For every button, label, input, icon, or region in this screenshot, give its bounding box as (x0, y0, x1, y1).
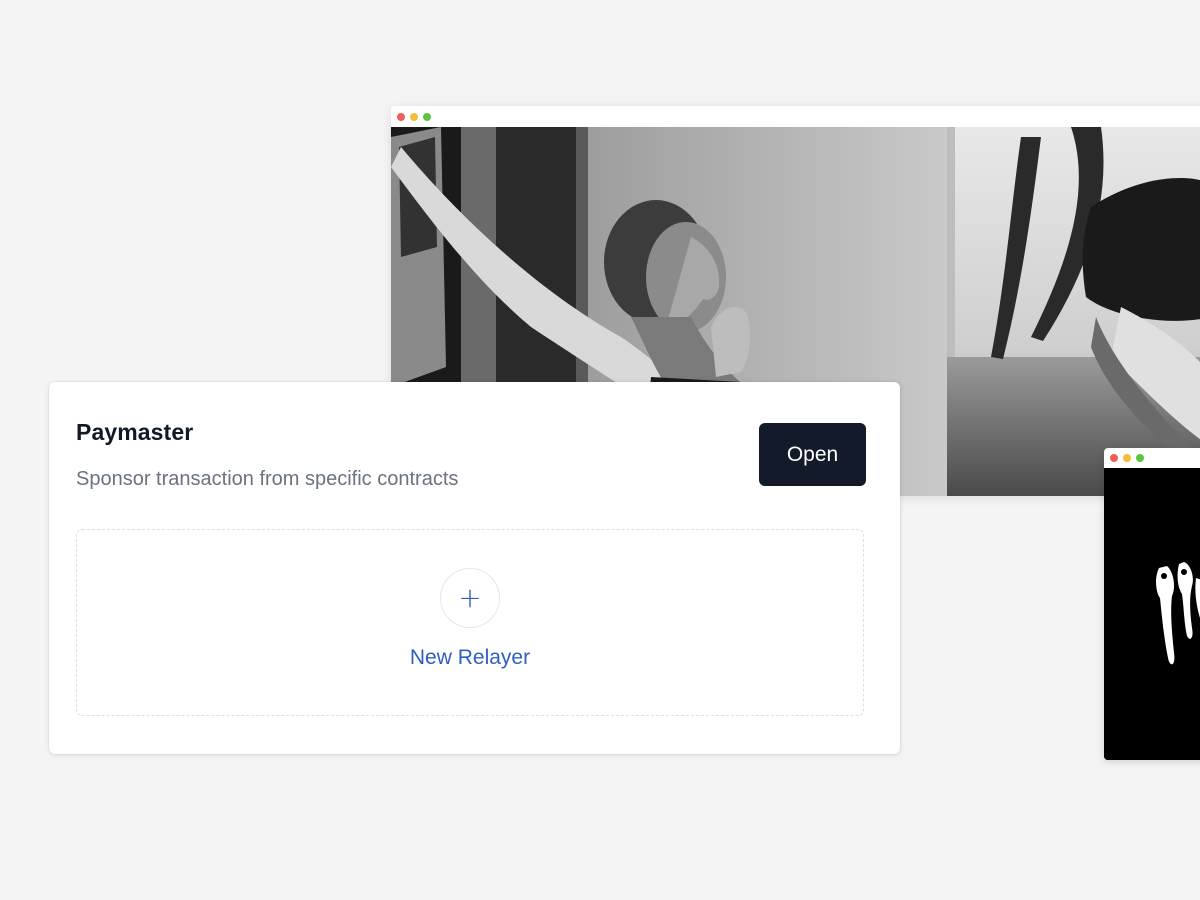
plus-icon: + (458, 581, 482, 614)
card-subtitle: Sponsor transaction from specific contra… (76, 468, 459, 490)
window-titlebar (391, 106, 1200, 127)
new-relayer-link[interactable]: New Relayer (77, 646, 863, 670)
stage: Paymaster Sponsor transaction from speci… (0, 0, 1200, 900)
browser-window-small (1104, 448, 1200, 760)
minimize-dot-icon[interactable] (410, 112, 418, 121)
close-dot-icon[interactable] (397, 112, 405, 121)
abstract-artwork-image (1156, 562, 1200, 665)
abstract-artwork (1104, 468, 1200, 760)
add-relayer-button[interactable]: + (440, 568, 500, 628)
new-relayer-dropzone[interactable]: + New Relayer (76, 529, 864, 716)
paymaster-card: Paymaster Sponsor transaction from speci… (49, 382, 900, 754)
maximize-dot-icon[interactable] (423, 112, 431, 121)
maximize-dot-icon[interactable] (1136, 454, 1144, 462)
minimize-dot-icon[interactable] (1123, 454, 1131, 462)
card-title: Paymaster (76, 419, 194, 445)
window-titlebar-small (1104, 448, 1200, 468)
close-dot-icon[interactable] (1110, 454, 1118, 462)
open-button[interactable]: Open (759, 423, 866, 486)
